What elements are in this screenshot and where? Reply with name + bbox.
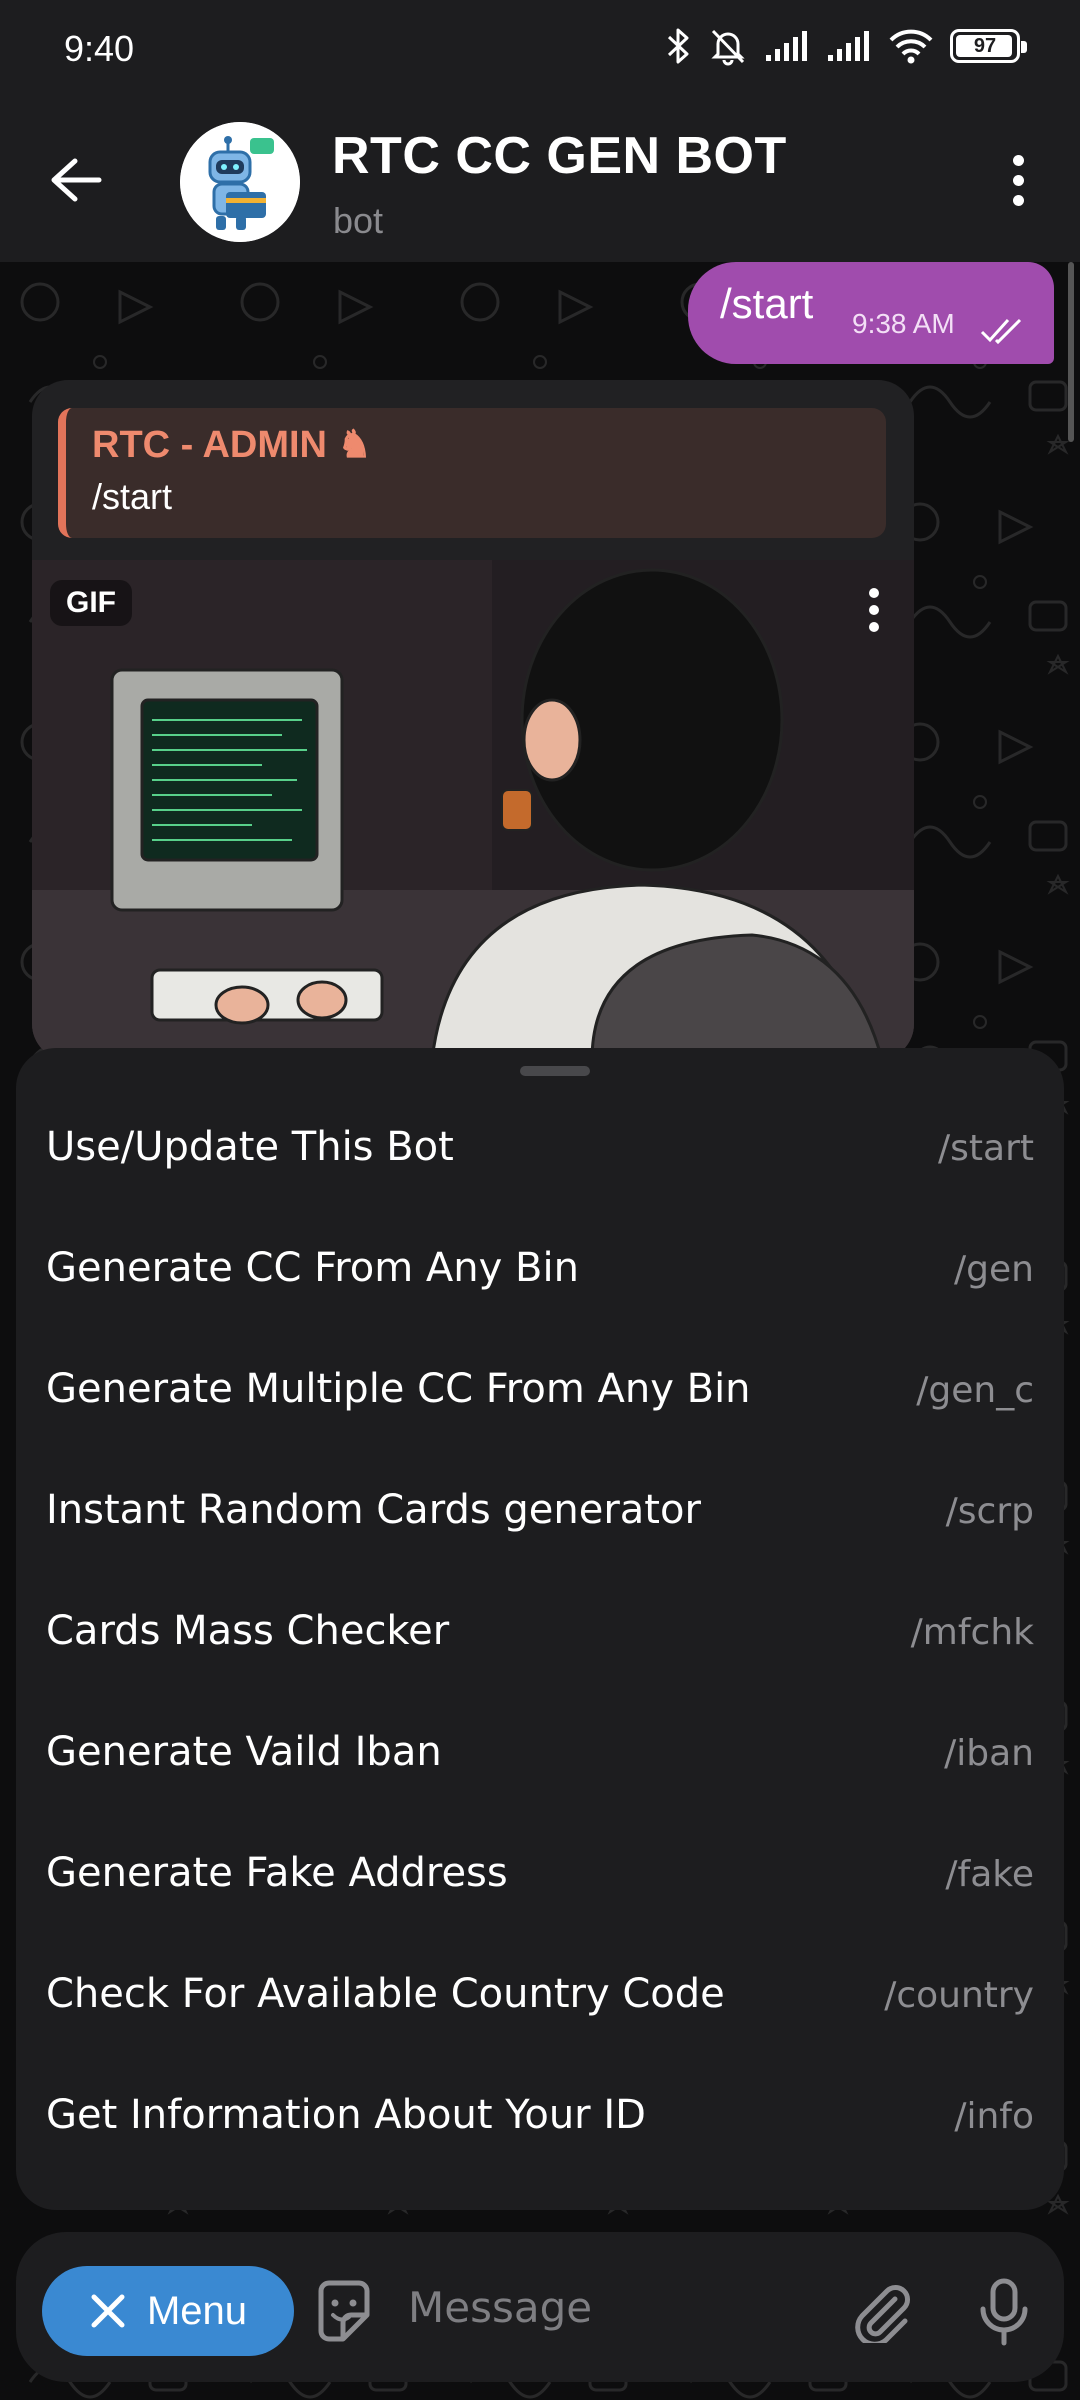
- command-item[interactable]: Cards Mass Checker/mfchk: [16, 1574, 1064, 1695]
- microphone-icon: [980, 2278, 1028, 2346]
- reply-quote[interactable]: RTC - ADMIN ♞ /start: [58, 408, 886, 538]
- command-description: Use/Update This Bot: [46, 1124, 454, 1170]
- menu-button[interactable]: Menu: [42, 2266, 294, 2356]
- sticker-icon: [318, 2280, 370, 2342]
- dot-icon: [1012, 154, 1024, 166]
- outgoing-message-time: 9:38 AM: [852, 308, 955, 339]
- battery-icon: 97: [950, 29, 1027, 63]
- gif-badge: GIF: [50, 580, 132, 626]
- command-name: /gen_c: [916, 1370, 1034, 1411]
- command-name: /fake: [945, 1854, 1034, 1895]
- avatar[interactable]: [180, 122, 300, 242]
- chat-subtitle: bot: [333, 200, 384, 241]
- battery-level: 97: [973, 34, 997, 57]
- command-description: Generate Multiple CC From Any Bin: [46, 1366, 751, 1412]
- paperclip-icon: [855, 2285, 910, 2343]
- status-time: 9:40: [64, 28, 135, 69]
- reply-sender-name: RTC - ADMIN ♞: [92, 424, 372, 466]
- outgoing-message[interactable]: /start 9:38 AM: [688, 262, 1054, 364]
- bot-command-menu: Use/Update This Bot/start Generate CC Fro…: [16, 1048, 1064, 2210]
- more-options-button[interactable]: [982, 144, 1054, 216]
- command-name: /mfchk: [910, 1612, 1034, 1653]
- command-item[interactable]: Generate Vaild Iban/iban: [16, 1695, 1064, 1816]
- command-name: /start: [938, 1128, 1034, 1169]
- attach-button[interactable]: [842, 2272, 922, 2352]
- dot-icon: [1012, 174, 1024, 186]
- message-input-bar: Menu: [16, 2232, 1064, 2382]
- command-description: Check For Available Country Code: [46, 1971, 725, 2017]
- command-description: Generate CC From Any Bin: [46, 1245, 579, 1291]
- status-icons: 97: [666, 26, 1027, 66]
- command-description: Cards Mass Checker: [46, 1608, 450, 1654]
- gif-media[interactable]: GIF: [32, 560, 914, 1060]
- command-item[interactable]: Generate Multiple CC From Any Bin/gen_c: [16, 1332, 1064, 1453]
- command-name: /info: [954, 2096, 1034, 2137]
- command-name: /scrp: [945, 1491, 1034, 1532]
- command-item[interactable]: Generate Fake Address/fake: [16, 1816, 1064, 1937]
- scrollbar[interactable]: [1068, 262, 1074, 442]
- robot-avatar-icon: [180, 122, 300, 242]
- double-check-icon: [980, 318, 1022, 344]
- command-description: Generate Vaild Iban: [46, 1729, 442, 1775]
- command-item[interactable]: Use/Update This Bot/start: [16, 1090, 1064, 1211]
- sticker-button[interactable]: [304, 2272, 384, 2352]
- close-icon: [91, 2294, 125, 2328]
- command-name: /iban: [944, 1733, 1034, 1774]
- media-more-button[interactable]: [854, 580, 894, 640]
- sheet-drag-handle[interactable]: [520, 1066, 590, 1076]
- status-bar: 9:40 97: [0, 0, 1080, 100]
- message-input[interactable]: [408, 2272, 828, 2342]
- dot-icon: [869, 622, 879, 632]
- outgoing-message-text: /start: [720, 280, 814, 327]
- command-item[interactable]: Get Information About Your ID/info: [16, 2058, 1064, 2179]
- command-description: Instant Random Cards generator: [46, 1487, 701, 1533]
- reply-text: /start: [92, 476, 173, 517]
- command-item[interactable]: Instant Random Cards generator/scrp: [16, 1453, 1064, 1574]
- incoming-message[interactable]: RTC - ADMIN ♞ /start GIF: [32, 380, 914, 1060]
- command-name: /country: [884, 1975, 1034, 2016]
- command-name: /gen: [954, 1249, 1034, 1290]
- chat-header: RTC CC GEN BOT bot: [0, 100, 1080, 262]
- dot-icon: [1012, 194, 1024, 206]
- gif-illustration: [32, 560, 914, 1060]
- signal-icon: [766, 31, 807, 61]
- command-description: Get Information About Your ID: [46, 2092, 646, 2138]
- wifi-icon: [889, 29, 933, 64]
- arrow-left-icon: [51, 158, 102, 202]
- bluetooth-icon: [667, 28, 689, 64]
- back-button[interactable]: [40, 144, 112, 216]
- signal-icon-2: [828, 31, 869, 61]
- command-item[interactable]: Check For Available Country Code/country: [16, 1937, 1064, 2058]
- dot-icon: [869, 605, 879, 615]
- dot-icon: [869, 588, 879, 598]
- bell-muted-icon: [711, 29, 745, 66]
- command-item[interactable]: Generate CC From Any Bin/gen: [16, 1211, 1064, 1332]
- chat-title[interactable]: RTC CC GEN BOT: [332, 126, 787, 186]
- menu-button-label: Menu: [146, 2288, 248, 2333]
- command-description: Generate Fake Address: [46, 1850, 508, 1896]
- microphone-button[interactable]: [964, 2272, 1044, 2352]
